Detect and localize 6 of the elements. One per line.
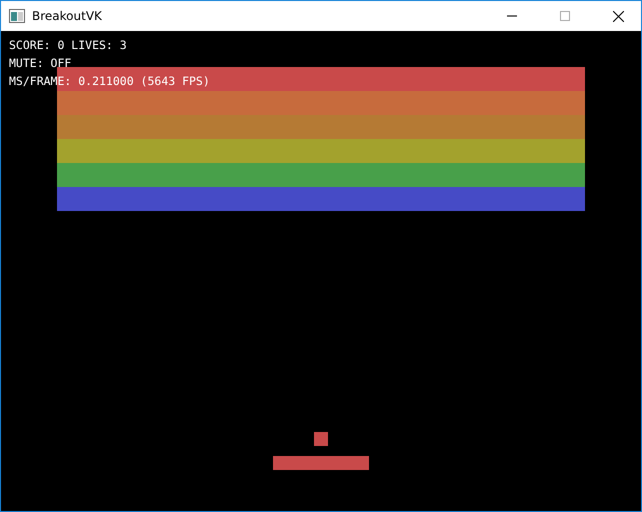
hud-text: MUTE: OFF (9, 56, 72, 71)
maximize-icon (560, 11, 570, 21)
window-title: BreakoutVK (32, 9, 103, 23)
app-icon (9, 9, 25, 23)
close-icon (612, 10, 624, 22)
hud-text: SCORE: 0 LIVES: 3 (9, 38, 127, 53)
